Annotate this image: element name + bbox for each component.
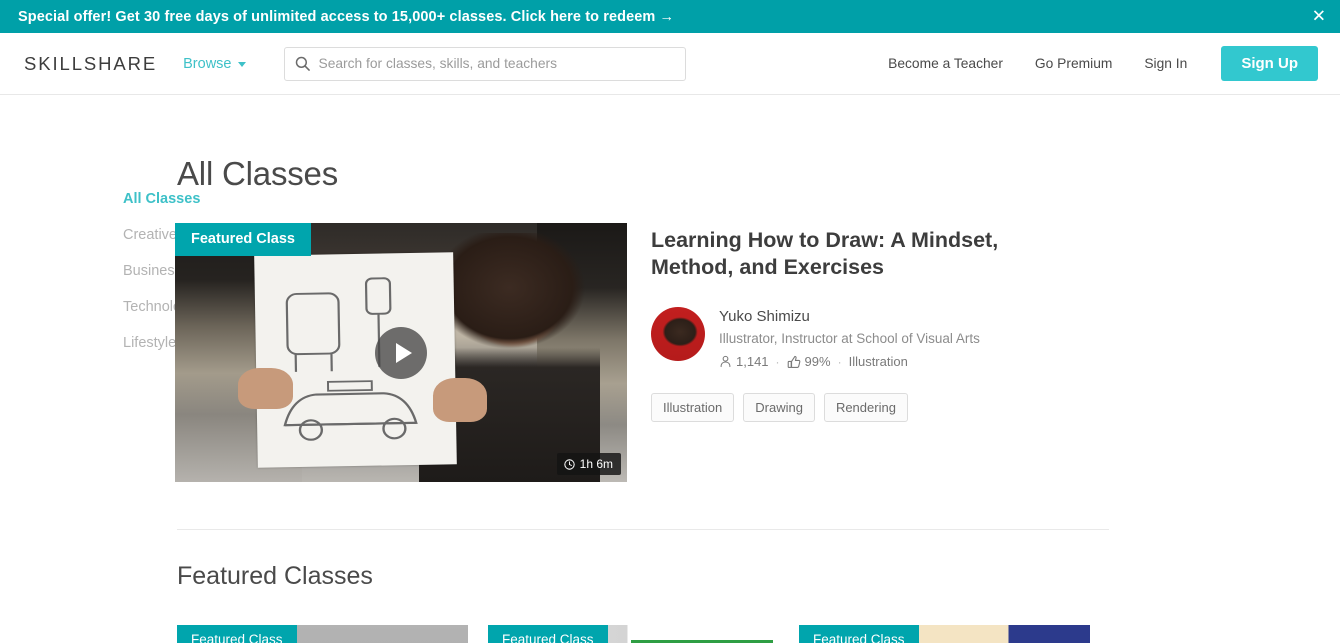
section-divider — [177, 529, 1109, 530]
play-icon[interactable] — [375, 326, 427, 379]
sidebar-item-label: Creative — [123, 227, 177, 243]
featured-classes-heading: Featured Classes — [177, 562, 373, 590]
tag-illustration[interactable]: Illustration — [651, 393, 735, 423]
class-stats: 1,141 · 99% · Illustration — [719, 354, 980, 369]
class-title[interactable]: Learning How to Draw: A Mindset, Method,… — [651, 227, 1081, 280]
nav-become-a-teacher[interactable]: Become a Teacher — [872, 56, 1019, 71]
featured-class-hero: Featured Class 1h 6m Learning How to Dra… — [175, 223, 1340, 482]
sign-up-button[interactable]: Sign Up — [1221, 46, 1318, 81]
teacher-meta: Yuko Shimizu Illustrator, Instructor at … — [719, 307, 980, 369]
featured-class-badge: Featured Class — [177, 625, 297, 643]
featured-class-badge: Featured Class — [175, 223, 311, 256]
duration-badge: 1h 6m — [556, 453, 621, 475]
stat-separator: · — [775, 354, 780, 369]
promo-banner[interactable]: Special offer! Get 30 free days of unlim… — [0, 0, 1340, 33]
search-input[interactable] — [318, 56, 675, 71]
tag-rendering[interactable]: Rendering — [823, 393, 908, 423]
class-tags: Illustration Drawing Rendering — [651, 393, 1340, 423]
teacher-block: Yuko Shimizu Illustrator, Instructor at … — [651, 307, 1340, 369]
tag-drawing[interactable]: Drawing — [743, 393, 815, 423]
class-category[interactable]: Illustration — [849, 354, 908, 369]
promo-banner-text[interactable]: Special offer! Get 30 free days of unlim… — [18, 9, 674, 25]
play-triangle — [395, 342, 412, 363]
nav-sign-in[interactable]: Sign In — [1128, 56, 1203, 71]
browse-menu[interactable]: Browse — [183, 55, 246, 72]
page-body: All Classes Creative › Business › Techno… — [0, 95, 1340, 643]
sidebar-item-label: Lifestyle — [123, 335, 177, 351]
category-sidebar: All Classes Creative › Business › Techno… — [0, 155, 273, 643]
featured-class-badge: Featured Class — [799, 625, 919, 643]
students-stat: 1,141 — [719, 354, 769, 369]
site-header: SKILLSHARE Browse Become a Teacher Go Pr… — [0, 33, 1340, 95]
class-info-panel: Learning How to Draw: A Mindset, Method,… — [641, 223, 1340, 423]
chevron-down-icon — [237, 62, 246, 67]
sidebar-item-label: Business — [123, 263, 182, 279]
nav-go-premium[interactable]: Go Premium — [1019, 56, 1128, 71]
brand-logo[interactable]: SKILLSHARE — [24, 53, 157, 75]
featured-class-badge: Featured Class — [488, 625, 608, 643]
main-content: All Classes Featured Class 1h 6m Learnin… — [175, 155, 1340, 643]
search-bar[interactable] — [283, 46, 686, 81]
page-title: All Classes — [177, 155, 339, 192]
rating-stat: 99% — [787, 354, 831, 369]
featured-class-card[interactable]: Featured Class — [488, 625, 779, 643]
students-count: 1,141 — [736, 354, 769, 370]
teacher-role: Illustrator, Instructor at School of Vis… — [719, 331, 980, 347]
featured-class-card[interactable]: Featured Class — [799, 625, 1090, 643]
search-icon — [295, 56, 310, 71]
rating-percent: 99% — [804, 354, 831, 370]
duration-text: 1h 6m — [579, 457, 613, 471]
stat-separator: · — [837, 354, 842, 369]
photo-hand-left — [238, 368, 293, 410]
browse-label: Browse — [183, 55, 232, 72]
avatar[interactable] — [651, 307, 705, 362]
clock-icon — [563, 458, 575, 470]
header-actions: Become a Teacher Go Premium Sign In Sign… — [872, 46, 1318, 81]
photo-sketch-paper — [254, 252, 458, 469]
sketch-drawing-icon — [283, 277, 419, 441]
person-icon — [720, 356, 731, 368]
close-icon[interactable]: ✕ — [1312, 8, 1326, 25]
featured-class-card[interactable]: Featured Class — [177, 625, 468, 643]
featured-classes-row: Featured Class Featured Class Featured C… — [177, 625, 1340, 643]
thumbs-up-icon — [787, 355, 800, 368]
class-video-thumbnail[interactable]: Featured Class 1h 6m — [175, 223, 627, 482]
photo-hand-right — [432, 378, 487, 423]
teacher-name[interactable]: Yuko Shimizu — [719, 308, 980, 325]
